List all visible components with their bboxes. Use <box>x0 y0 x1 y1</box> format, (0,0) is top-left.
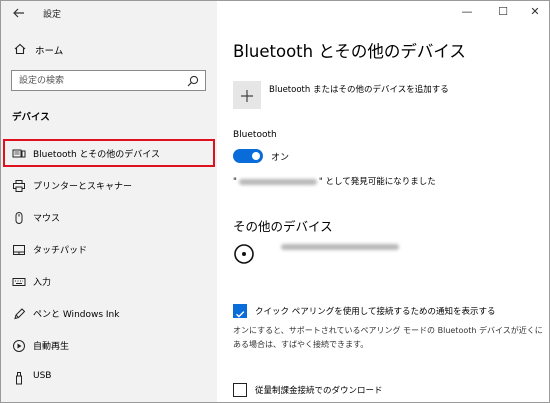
back-arrow-icon[interactable] <box>11 5 27 21</box>
swift-pair-checkbox[interactable] <box>233 304 247 318</box>
home-icon <box>13 42 27 56</box>
sidebar-item-bluetooth[interactable]: Bluetooth とその他のデバイス <box>3 139 215 167</box>
metered-download-row[interactable]: 従量制課金接続でのダウンロード <box>233 383 543 399</box>
search-box[interactable] <box>11 70 206 91</box>
sidebar-item-label: 自動再生 <box>33 342 70 352</box>
swift-pair-label: クイック ペアリングを使用して接続するための通知を表示する <box>255 307 496 317</box>
sidebar-item-label: USB <box>33 371 52 381</box>
sidebar-item-touchpad[interactable]: タッチパッド <box>3 235 215 263</box>
plus-icon <box>240 88 254 102</box>
search-icon[interactable] <box>186 73 200 87</box>
checkmark-icon <box>236 311 245 318</box>
sidebar-item-autoplay[interactable]: 自動再生 <box>3 331 215 359</box>
sidebar-item-label: タッチパッド <box>33 246 88 256</box>
sidebar-item-printers[interactable]: プリンターとスキャナー <box>3 171 215 199</box>
swift-pair-description: オンにすると、サポートされているペアリング モードの Bluetooth デバイ… <box>233 326 543 349</box>
discoverable-status: " " として発見可能になりました <box>233 175 436 189</box>
add-device-tile[interactable] <box>233 81 261 109</box>
sidebar-item-label: ペンと Windows Ink <box>33 310 120 320</box>
autoplay-icon <box>12 338 26 352</box>
printer-icon <box>12 178 26 192</box>
bluetooth-toggle-state: オン <box>271 153 290 163</box>
sidebar-item-home[interactable]: ホーム <box>1 39 217 61</box>
mouse-icon <box>12 210 26 224</box>
sidebar-item-label: プリンターとスキャナー <box>33 182 133 192</box>
bluetooth-toggle[interactable] <box>233 149 263 163</box>
main-content: Bluetooth とその他のデバイス Bluetooth またはその他のデバイ… <box>217 1 549 402</box>
redacted-device-name <box>281 244 399 250</box>
other-devices-heading: その他のデバイス <box>233 219 333 234</box>
toggle-knob <box>252 152 260 160</box>
app-title: 設定 <box>43 10 62 20</box>
sidebar-item-label: ホーム <box>35 46 64 57</box>
sidebar-item-typing[interactable]: 入力 <box>3 267 215 295</box>
add-device-button[interactable]: Bluetooth またはその他のデバイスを追加する <box>233 81 533 109</box>
add-device-label: Bluetooth またはその他のデバイスを追加する <box>269 85 449 95</box>
other-device-item[interactable] <box>233 239 533 267</box>
sidebar-item-label: マウス <box>33 214 61 224</box>
sidebar-item-label: Bluetooth とその他のデバイス <box>33 150 161 160</box>
discoverable-text: " として発見可能になりました <box>318 177 436 187</box>
discoverable-open-quote: " <box>233 177 237 187</box>
title-bar: 設定 <box>1 1 217 27</box>
metered-download-label: 従量制課金接続でのダウンロード <box>255 386 383 396</box>
settings-window: 設定 ホーム デバイス Bluetooth とその他のデバイス プリ <box>0 0 550 403</box>
bluetooth-devices-icon <box>12 146 26 160</box>
swift-pair-row[interactable]: クイック ペアリングを使用して接続するための通知を表示する <box>233 304 543 320</box>
sidebar-item-label: 入力 <box>33 278 52 288</box>
sidebar: 設定 ホーム デバイス Bluetooth とその他のデバイス プリ <box>1 1 217 402</box>
bluetooth-heading: Bluetooth <box>233 130 277 140</box>
redacted-device-name <box>238 178 317 185</box>
metered-download-checkbox[interactable] <box>233 383 247 397</box>
sidebar-item-pen[interactable]: ペンと Windows Ink <box>3 299 215 327</box>
disc-device-icon <box>233 243 255 265</box>
keyboard-icon <box>12 274 26 288</box>
page-title: Bluetooth とその他のデバイス <box>233 42 466 61</box>
pen-icon <box>12 306 26 320</box>
touchpad-icon <box>12 242 26 256</box>
search-input[interactable] <box>12 71 182 90</box>
sidebar-item-mouse[interactable]: マウス <box>3 203 215 231</box>
usb-icon <box>12 370 26 385</box>
sidebar-item-usb[interactable]: USB <box>3 363 215 391</box>
section-heading: デバイス <box>12 112 50 123</box>
